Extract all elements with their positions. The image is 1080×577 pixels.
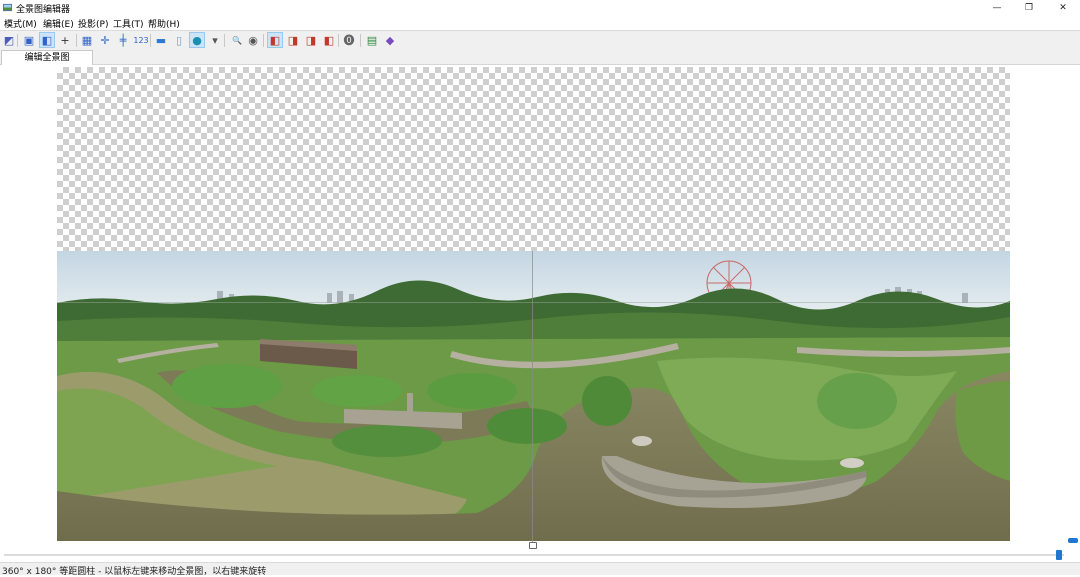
cylinder-projection-icon[interactable]: ▯ <box>172 33 186 47</box>
tab-edit-panorama[interactable]: 编辑全景图 <box>1 50 93 65</box>
toolbar: ◩ ▣ ◧ + ▦ ✛ ╪ 123 ▬ ▯ ● ▾ 🔍 ◉ ◧ ◨ ◨ ◧ ⓿ ▤ ◆ <box>0 30 1080 51</box>
image-stack-icon[interactable]: ▣ <box>22 33 36 47</box>
title-bar: 全景图编辑器 — ❐ ✕ <box>0 0 1080 16</box>
app-icon <box>3 3 12 12</box>
tab-strip: 编辑全景图 <box>0 50 1080 65</box>
status-text: 360° x 180° 等距圆柱 - 以鼠标左键来移动全景图，以右键来旋转 <box>2 567 267 577</box>
window-title: 全景图编辑器 <box>16 5 71 15</box>
sphere-projection-icon[interactable]: ● <box>189 32 205 48</box>
close-button[interactable]: ✕ <box>1046 0 1080 16</box>
control-points-icon[interactable]: ✛ <box>98 33 112 47</box>
menu-project[interactable]: 投影(P) <box>78 17 108 30</box>
dropdown-arrow-icon[interactable]: ▾ <box>208 33 222 47</box>
toolbar-separator <box>338 34 339 47</box>
toolbar-separator <box>76 34 77 47</box>
menu-help[interactable]: 帮助(H) <box>148 17 180 30</box>
view-left-icon[interactable]: ◨ <box>286 33 300 47</box>
toolbar-separator <box>150 34 151 47</box>
center-handle[interactable] <box>529 542 537 549</box>
crosshair-icon[interactable]: + <box>58 33 72 47</box>
vertical-slider-thumb[interactable] <box>1068 538 1078 543</box>
info-icon[interactable]: ⓿ <box>342 33 356 47</box>
minimize-button[interactable]: — <box>980 0 1014 16</box>
toolbar-separator <box>263 34 264 47</box>
horizon-guide <box>57 302 1010 303</box>
transparent-area <box>57 67 1010 252</box>
menu-bar: 模式(M) 编辑(E) 投影(P) 工具(T) 帮助(H) <box>0 16 1080 30</box>
view-right-icon[interactable]: ◨ <box>304 33 318 47</box>
preview-eye-icon[interactable]: ◉ <box>246 33 260 47</box>
window-layout-icon[interactable]: ▤ <box>365 33 379 47</box>
toolbar-separator <box>224 34 225 47</box>
move-tool-icon[interactable]: ◧ <box>39 32 55 48</box>
toolbar-separator <box>360 34 361 47</box>
zoom-slider-thumb[interactable] <box>1055 550 1062 560</box>
zoom-slider[interactable] <box>4 554 1064 556</box>
status-bar: 360° x 180° 等距圆柱 - 以鼠标左键来移动全景图，以右键来旋转 <box>0 562 1080 577</box>
align-icon[interactable]: ╪ <box>116 33 130 47</box>
book-icon[interactable]: ◆ <box>383 33 397 47</box>
panorama-image[interactable] <box>57 251 1010 541</box>
numbering-label[interactable]: 123 <box>132 33 150 47</box>
view-front-icon[interactable]: ◧ <box>267 32 283 48</box>
menu-edit[interactable]: 编辑(E) <box>43 17 74 30</box>
maximize-button[interactable]: ❐ <box>1012 0 1046 16</box>
menu-mode[interactable]: 模式(M) <box>4 17 37 30</box>
menu-tools[interactable]: 工具(T) <box>113 17 144 30</box>
grid-icon[interactable]: ▦ <box>80 33 94 47</box>
flat-projection-icon[interactable]: ▬ <box>154 33 168 47</box>
center-guide <box>532 251 533 543</box>
panorama-canvas[interactable] <box>0 65 1080 549</box>
select-tool-icon[interactable]: ◩ <box>2 33 16 47</box>
toolbar-separator <box>17 34 18 47</box>
view-back-icon[interactable]: ◧ <box>322 33 336 47</box>
zoom-icon[interactable]: 🔍 <box>228 33 246 47</box>
